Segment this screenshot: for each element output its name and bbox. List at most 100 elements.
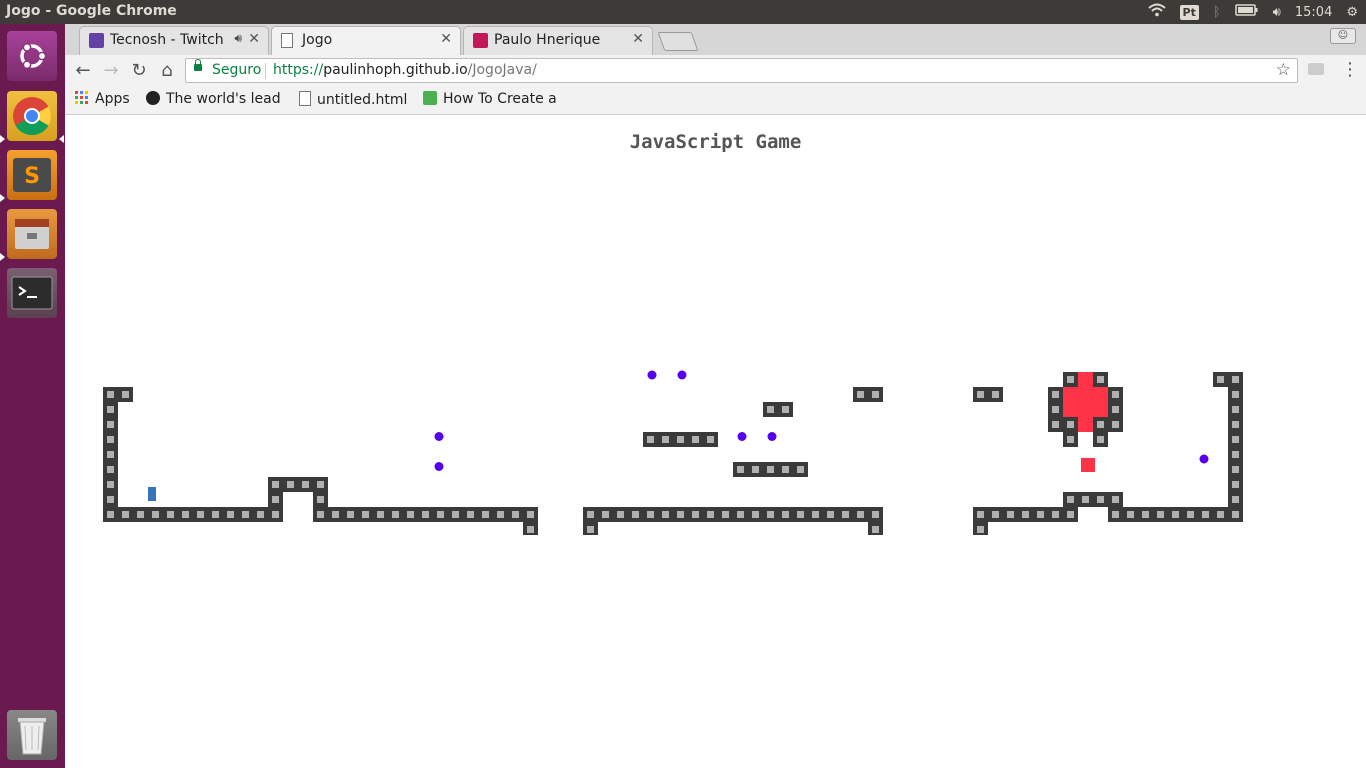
clock[interactable]: 15:04 <box>1295 5 1332 20</box>
wall-brick <box>347 511 354 518</box>
page-icon <box>281 33 293 48</box>
sublime-text-icon[interactable]: S <box>7 150 57 200</box>
wall-brick <box>1232 376 1239 383</box>
menu-icon[interactable]: ⋮ <box>1341 59 1359 80</box>
wall-brick <box>737 511 744 518</box>
volume-icon[interactable]: 🔊︎ <box>1273 5 1281 20</box>
audio-playing-icon[interactable]: 🔊︎ <box>234 31 242 46</box>
wall-brick <box>317 511 324 518</box>
wall-brick <box>647 511 654 518</box>
url-text[interactable]: https://paulinhoph.github.io/JogoJava/ <box>273 62 537 78</box>
wall-brick <box>392 511 399 518</box>
wall-brick <box>1217 511 1224 518</box>
close-icon[interactable]: ✕ <box>248 31 260 47</box>
bookmark-apps[interactable]: Apps <box>75 91 130 107</box>
ubuntu-dash-icon[interactable] <box>7 31 57 81</box>
wall-brick <box>1202 511 1209 518</box>
chrome-launcher-icon[interactable] <box>7 91 57 141</box>
wall-brick <box>122 391 129 398</box>
wall-brick <box>1232 421 1239 428</box>
twitch-icon <box>89 33 104 48</box>
toolbar: ← → ↻ ⌂ Seguro https://paulinhoph.github… <box>65 55 1366 88</box>
terminal-icon[interactable] <box>7 268 57 318</box>
bookmark-github[interactable]: The world's lead <box>146 91 281 107</box>
launcher: S <box>0 24 65 768</box>
wall-brick <box>602 511 609 518</box>
wall-brick <box>662 436 669 443</box>
wall-brick <box>1232 481 1239 488</box>
wall-brick <box>362 511 369 518</box>
wall-brick <box>1112 406 1119 413</box>
wall-brick <box>107 466 114 473</box>
coin <box>677 370 687 380</box>
extension-icon[interactable] <box>1308 63 1324 75</box>
profile-button[interactable]: ☺ <box>1330 28 1356 44</box>
wall-brick <box>1052 421 1059 428</box>
wall-brick <box>107 496 114 503</box>
wall-brick <box>212 511 219 518</box>
wifi-icon[interactable] <box>1147 3 1166 21</box>
wall-brick <box>677 436 684 443</box>
wall-brick <box>197 511 204 518</box>
wall-brick <box>872 526 879 533</box>
tab-paulo[interactable]: Paulo Hnerique ✕ <box>463 26 653 55</box>
forward-icon[interactable]: → <box>99 60 123 84</box>
coin <box>767 432 777 441</box>
page-icon <box>299 91 311 106</box>
wall-brick <box>992 391 999 398</box>
wall-brick <box>647 436 654 443</box>
w3-icon <box>423 91 437 105</box>
wall-brick <box>992 511 999 518</box>
wall-brick <box>1052 511 1059 518</box>
reload-icon[interactable]: ↻ <box>127 60 151 84</box>
svg-text:S: S <box>24 164 40 189</box>
wall-brick <box>272 496 279 503</box>
wall-brick <box>1127 511 1134 518</box>
wall-brick <box>872 511 879 518</box>
window-title: Jogo - Google Chrome <box>6 3 177 19</box>
tab-jogo[interactable]: Jogo ✕ <box>271 26 461 55</box>
bookmark-w3[interactable]: How To Create a <box>423 91 557 107</box>
new-tab-button[interactable] <box>657 32 699 51</box>
wall-brick <box>107 391 114 398</box>
game-canvas[interactable] <box>65 115 1366 535</box>
battery-icon[interactable] <box>1234 4 1259 20</box>
wall-brick <box>1082 496 1089 503</box>
wall-brick <box>437 511 444 518</box>
back-icon[interactable]: ← <box>71 60 95 84</box>
wall-brick <box>752 511 759 518</box>
wall-brick <box>152 511 159 518</box>
bookmark-star-icon[interactable]: ☆ <box>1276 60 1291 80</box>
wall-brick <box>1172 511 1179 518</box>
keyboard-layout-icon[interactable]: Pt <box>1179 4 1199 20</box>
omnibox[interactable]: Seguro https://paulinhoph.github.io/Jogo… <box>185 58 1298 83</box>
apps-grid-icon <box>75 91 89 105</box>
wall-brick <box>1232 406 1239 413</box>
bookmark-untitled[interactable]: untitled.html <box>299 91 407 108</box>
wall-brick <box>782 466 789 473</box>
settings-icon[interactable]: ⚙ <box>1346 5 1358 20</box>
wall-brick <box>422 511 429 518</box>
coin <box>1199 454 1209 464</box>
files-icon[interactable] <box>7 209 57 259</box>
coin <box>434 462 444 471</box>
tab-label: Tecnosh - Twitch <box>110 32 224 48</box>
trash-icon[interactable] <box>7 710 57 760</box>
wall-brick <box>737 466 744 473</box>
bluetooth-icon[interactable]: ᛒ <box>1213 5 1221 20</box>
close-icon[interactable]: ✕ <box>440 31 452 47</box>
page-content: JavaScript Game <box>65 115 1366 768</box>
wall-brick <box>1067 421 1074 428</box>
wall-brick <box>512 511 519 518</box>
wall-brick <box>827 511 834 518</box>
wall-brick <box>1232 466 1239 473</box>
tab-twitch[interactable]: Tecnosh - Twitch 🔊︎ ✕ <box>79 26 269 55</box>
secure-label: Seguro <box>212 62 262 78</box>
wall-brick <box>107 421 114 428</box>
close-icon[interactable]: ✕ <box>632 31 644 47</box>
wall-brick <box>1067 496 1074 503</box>
wall-brick <box>482 511 489 518</box>
wall-brick <box>1097 436 1104 443</box>
wall-brick <box>1142 511 1149 518</box>
home-icon[interactable]: ⌂ <box>155 60 179 84</box>
